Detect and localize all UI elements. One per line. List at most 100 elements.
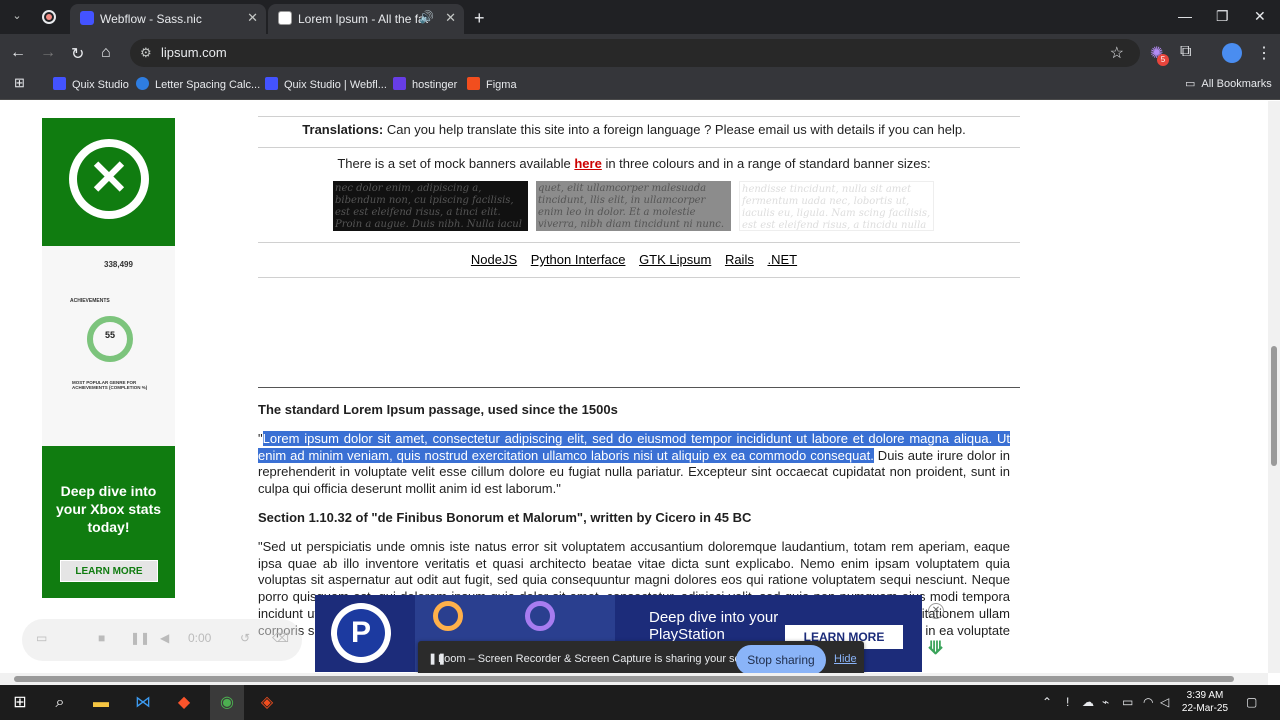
link-rails[interactable]: Rails (725, 252, 754, 267)
hostinger-icon (393, 77, 406, 90)
bookmark-figma[interactable]: Figma (467, 77, 517, 91)
tab-search-icon[interactable]: ⌄ (8, 7, 26, 25)
volume-icon[interactable]: ◁ (1160, 695, 1169, 709)
genre-title: MOST POPULAR GENRE FOR ACHIEVEMENTS (COM… (72, 380, 148, 390)
notifications-icon[interactable]: ▢ (1246, 695, 1257, 709)
ad-headline: Deep dive into your PlayStation (649, 609, 779, 643)
bookmark-star-icon[interactable]: ☆ (1110, 43, 1124, 63)
url-text[interactable]: lipsum.com (161, 45, 227, 60)
ad-brand-icon: ⟱ (928, 638, 944, 658)
tab-strip: ⌄ Webflow - Sass.nic ✕ Lorem Ipsum - All… (0, 0, 1280, 34)
webflow-favicon-icon (80, 11, 94, 25)
site-info-icon[interactable]: ⚙ (140, 45, 152, 61)
tray-chevron-icon[interactable]: ⌃ (1042, 695, 1052, 709)
pause-icon[interactable]: ❚❚ (130, 631, 150, 645)
recording-icon (42, 10, 56, 24)
minimize-icon[interactable]: — (1178, 8, 1192, 24)
address-bar[interactable]: ⚙ lipsum.com ☆ (130, 39, 1140, 67)
bookmark-quix-webflow[interactable]: Quix Studio | Webfl... (265, 77, 387, 91)
onedrive-icon[interactable]: ☁ (1082, 695, 1094, 709)
close-window-icon[interactable]: ✕ (1254, 8, 1266, 25)
chart-ring-icon (525, 601, 555, 631)
banner-white[interactable]: hendisse tincidunt, nulla sit amet ferme… (739, 181, 934, 231)
maximize-icon[interactable]: ❐ (1216, 8, 1229, 25)
tab-lorem-ipsum[interactable]: Lorem Ipsum - All the facts 🔊 ✕ (268, 4, 464, 34)
banners-line: There is a set of mock banners available… (258, 156, 1010, 171)
translations-text: Can you help translate this site into a … (383, 122, 966, 137)
vscode-icon[interactable]: ⋈ (132, 692, 154, 714)
scroll-thumb[interactable] (14, 676, 1234, 682)
scroll-thumb[interactable] (1271, 346, 1277, 466)
menu-kebab-icon[interactable]: ⋮ (1256, 43, 1272, 63)
all-bookmarks[interactable]: ▭ All Bookmarks (1185, 77, 1272, 90)
tab-title: Webflow - Sass.nic (100, 12, 202, 26)
all-bookmarks-label: All Bookmarks (1201, 78, 1272, 90)
banner-black[interactable]: nec dolor enim, adipiscing a, bibendum n… (333, 181, 528, 231)
figma-icon[interactable]: ◈ (256, 692, 278, 714)
webflow-icon (265, 77, 278, 90)
lipsum-favicon-icon (278, 11, 292, 25)
xbox-x-icon: ✕ (88, 152, 130, 205)
clock-time: 3:39 AM (1186, 690, 1224, 701)
horizontal-scrollbar[interactable] (0, 673, 1268, 685)
link-dotnet[interactable]: .NET (767, 252, 797, 267)
usb-icon[interactable]: ⌁ (1102, 695, 1109, 709)
bookmark-quix-studio[interactable]: Quix Studio (53, 77, 129, 91)
stop-sharing-button[interactable]: Stop sharing (736, 645, 826, 675)
mute-icon[interactable]: ◀ (160, 631, 169, 645)
extensions-puzzle-icon[interactable]: ⧉ (1180, 43, 1191, 61)
search-icon[interactable]: ⌕ (49, 692, 71, 714)
brave-icon[interactable]: ◆ (173, 692, 195, 714)
back-icon[interactable]: ← (10, 44, 26, 62)
speaker-icon[interactable]: 🔊 (419, 10, 434, 24)
ad-close-icon[interactable]: ✕ (928, 603, 944, 619)
ring-value: 55 (104, 330, 115, 340)
webflow-icon (53, 77, 66, 90)
s-icon (136, 77, 149, 90)
battery-icon[interactable]: ▭ (1122, 695, 1133, 709)
reload-icon[interactable]: ↻ (71, 44, 84, 64)
link-gtk[interactable]: GTK Lipsum (639, 252, 711, 267)
learn-more-button[interactable]: LEARN MORE (60, 560, 158, 582)
implementation-links: NodeJS Python Interface GTK Lipsum Rails… (258, 252, 1010, 267)
bookmark-label: Letter Spacing Calc... (155, 79, 261, 91)
section-1-title: The standard Lorem Ipsum passage, used s… (258, 402, 618, 417)
stop-icon[interactable]: ■ (98, 631, 105, 645)
hide-button[interactable]: Hide (834, 653, 857, 665)
restart-icon[interactable]: ↺ (240, 631, 250, 645)
sharing-message: Loom – Screen Recorder & Screen Capture … (438, 653, 766, 665)
system-clock[interactable]: 3:39 AM 22-Mar-25 (1170, 689, 1240, 715)
ad-headline: Deep dive into your Xbox stats today! (55, 483, 162, 535)
banner-grey[interactable]: quet, elit ullamcorper malesuada tincidu… (536, 181, 731, 231)
chart-ring-icon (433, 601, 463, 631)
vertical-scrollbar[interactable] (1268, 101, 1280, 673)
close-tab-icon[interactable]: ✕ (445, 10, 456, 26)
stat-number: 338,499 (104, 260, 133, 269)
bookmark-hostinger[interactable]: hostinger (393, 77, 457, 91)
forward-icon[interactable]: → (40, 44, 56, 62)
close-tab-icon[interactable]: ✕ (247, 10, 258, 26)
clock-date: 22-Mar-25 (1181, 703, 1229, 714)
banners-here-link[interactable]: here (574, 156, 601, 171)
home-icon[interactable]: ⌂ (101, 44, 111, 62)
translations-label: Translations: (302, 122, 384, 137)
camera-icon[interactable]: ▭ (36, 631, 47, 645)
apps-grid-icon[interactable]: ⊞ (14, 75, 25, 91)
chrome-icon[interactable]: ◉ (216, 692, 238, 714)
tray-alert-icon[interactable]: ! (1066, 695, 1069, 709)
windows-start-icon[interactable]: ⊞ (9, 692, 31, 714)
file-explorer-icon[interactable]: ▬ (90, 692, 112, 714)
section-2-title: Section 1.10.32 of "de Finibus Bonorum e… (258, 510, 752, 525)
profile-avatar[interactable] (1222, 43, 1242, 63)
wifi-icon[interactable]: ◠ (1143, 695, 1153, 709)
link-python[interactable]: Python Interface (531, 252, 626, 267)
ps-p-icon: P (350, 616, 371, 649)
xbox-ad[interactable]: ✕ 338,499 ACHIEVEMENTS 55 MOST POPULAR G… (42, 118, 175, 598)
section-1-text[interactable]: "Lorem ipsum dolor sit amet, consectetur… (258, 431, 1010, 498)
tab-webflow[interactable]: Webflow - Sass.nic ✕ (70, 4, 266, 34)
trash-icon[interactable]: ⌫ (272, 631, 289, 645)
link-nodejs[interactable]: NodeJS (471, 252, 517, 267)
new-tab-icon[interactable]: + (474, 8, 485, 29)
folder-icon: ▭ (1185, 78, 1196, 90)
bookmark-letter-spacing[interactable]: Letter Spacing Calc... (136, 77, 260, 91)
